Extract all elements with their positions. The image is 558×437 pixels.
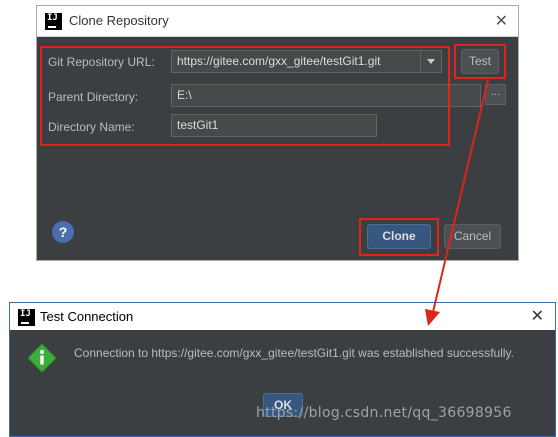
- browse-button[interactable]: ...: [485, 84, 506, 105]
- help-icon[interactable]: ?: [52, 221, 74, 243]
- information-icon: [27, 343, 57, 373]
- clone-dialog-titlebar[interactable]: IJ Clone Repository ✕: [37, 6, 518, 37]
- clone-highlight-box: [359, 218, 439, 256]
- watermark: https://blog.csdn.net/qq_36698956: [256, 405, 512, 421]
- test-dialog-title: Test Connection: [40, 309, 134, 324]
- clone-dialog-title: Clone Repository: [69, 13, 169, 28]
- fields-highlight-box: [40, 46, 450, 146]
- close-icon[interactable]: ✕: [495, 11, 508, 30]
- intellij-icon: IJ: [45, 13, 62, 30]
- test-dialog-titlebar[interactable]: IJ Test Connection ✕: [10, 303, 555, 330]
- test-highlight-box: [454, 44, 506, 79]
- connection-message: Connection to https://gitee.com/gxx_gite…: [74, 346, 515, 360]
- close-icon[interactable]: ✕: [531, 306, 544, 325]
- cancel-button[interactable]: Cancel: [444, 224, 501, 249]
- intellij-icon: IJ: [18, 309, 35, 326]
